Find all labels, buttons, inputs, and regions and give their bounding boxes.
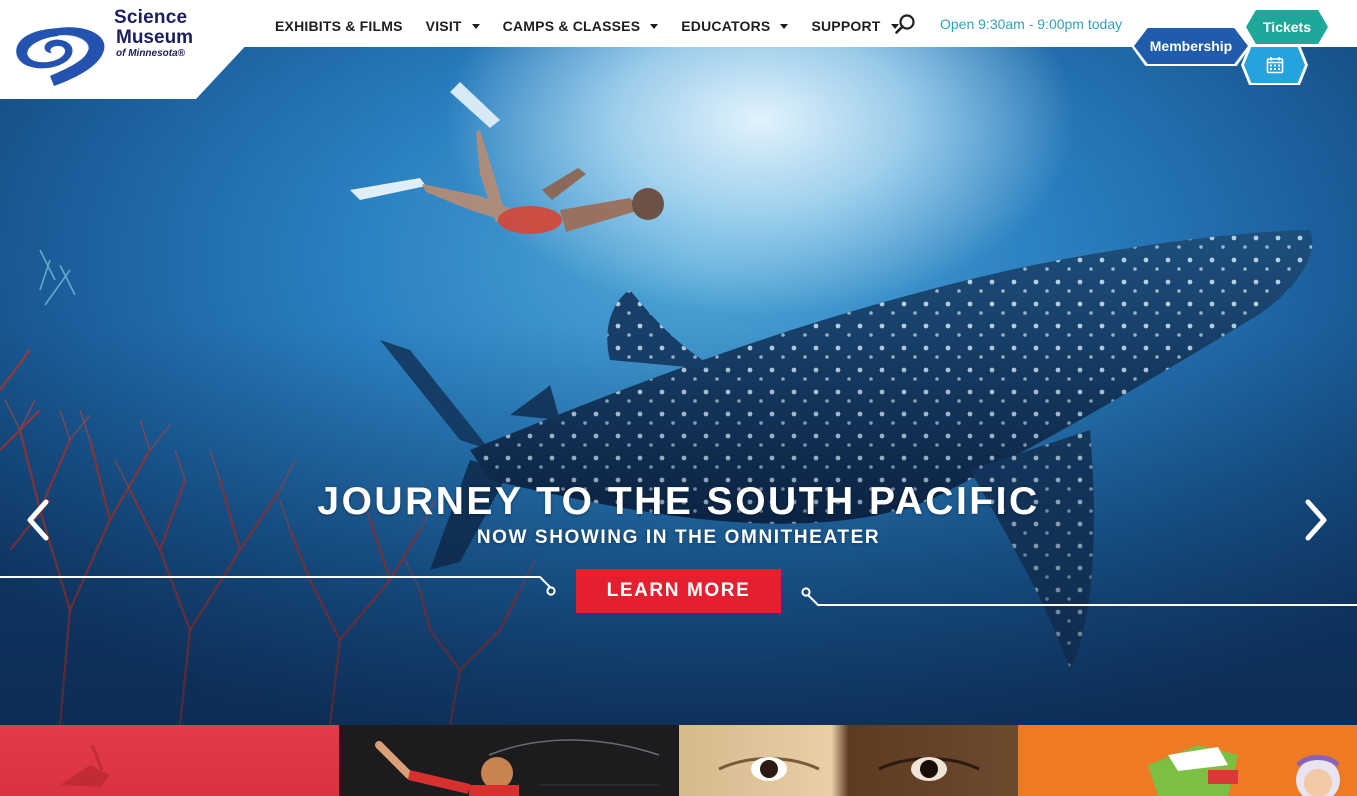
- caret-down-icon: [650, 23, 659, 29]
- search-icon[interactable]: [894, 13, 916, 35]
- membership-button[interactable]: Membership: [1134, 28, 1248, 64]
- logo-line-2: Museum: [116, 27, 194, 48]
- nav-item-label: CAMPS & CLASSES: [502, 18, 641, 34]
- hero-title: JOURNEY TO THE SOUTH PACIFIC: [317, 480, 1040, 523]
- nav-item-label: SUPPORT: [811, 18, 881, 34]
- learn-more-button[interactable]: LEARN MORE: [576, 569, 781, 613]
- faces-eyes-image: [718, 757, 980, 781]
- hero-shade: [0, 0, 1357, 725]
- boy-experiment-image: [375, 739, 660, 796]
- feature-tile-2[interactable]: [339, 725, 679, 796]
- feature-tile-1[interactable]: [0, 725, 339, 796]
- nav-item-visit[interactable]: VISIT: [426, 18, 480, 34]
- feature-tile-4[interactable]: [1018, 725, 1357, 796]
- logo-plate[interactable]: Science Museum of Minnesota®: [0, 0, 245, 99]
- hero-subtitle: NOW SHOWING IN THE OMNITHEATER: [476, 527, 881, 548]
- calendar-icon: [1266, 57, 1283, 74]
- toy-figures-image: [1148, 745, 1340, 796]
- hours-text[interactable]: Open 9:30am - 9:00pm today: [940, 16, 1122, 32]
- chevron-left-icon[interactable]: [24, 498, 54, 542]
- feature-tile-3[interactable]: [679, 725, 1018, 796]
- caret-down-icon: [780, 23, 789, 29]
- nav-item-educators[interactable]: EDUCATORS: [681, 18, 789, 34]
- feature-tiles: [0, 725, 1357, 796]
- main-nav: EXHIBITS & FILMS VISIT CAMPS & CLASSES E…: [275, 16, 922, 36]
- nav-item-exhibits-films[interactable]: EXHIBITS & FILMS: [275, 18, 403, 34]
- swirl-logo-icon: [16, 27, 105, 86]
- logo-line-1: Science: [114, 7, 188, 28]
- logo-wordmark: Science Museum of Minnesota®: [114, 8, 193, 60]
- nav-item-label: VISIT: [425, 18, 462, 34]
- caret-down-icon: [471, 23, 480, 29]
- nav-item-support[interactable]: SUPPORT: [811, 18, 899, 34]
- logo-line-3: of Minnesota®: [116, 48, 186, 59]
- nav-item-camps-classes[interactable]: CAMPS & CLASSES: [503, 18, 659, 34]
- nav-item-label: EDUCATORS: [681, 18, 771, 34]
- diver-silhouette-image: [60, 744, 110, 787]
- hero-banner: JOURNEY TO THE SOUTH PACIFIC NOW SHOWING…: [0, 0, 1357, 725]
- nav-item-label: EXHIBITS & FILMS: [275, 18, 403, 34]
- tickets-button[interactable]: Tickets: [1246, 10, 1328, 44]
- chevron-right-icon[interactable]: [1300, 498, 1330, 542]
- calendar-button[interactable]: [1244, 47, 1305, 83]
